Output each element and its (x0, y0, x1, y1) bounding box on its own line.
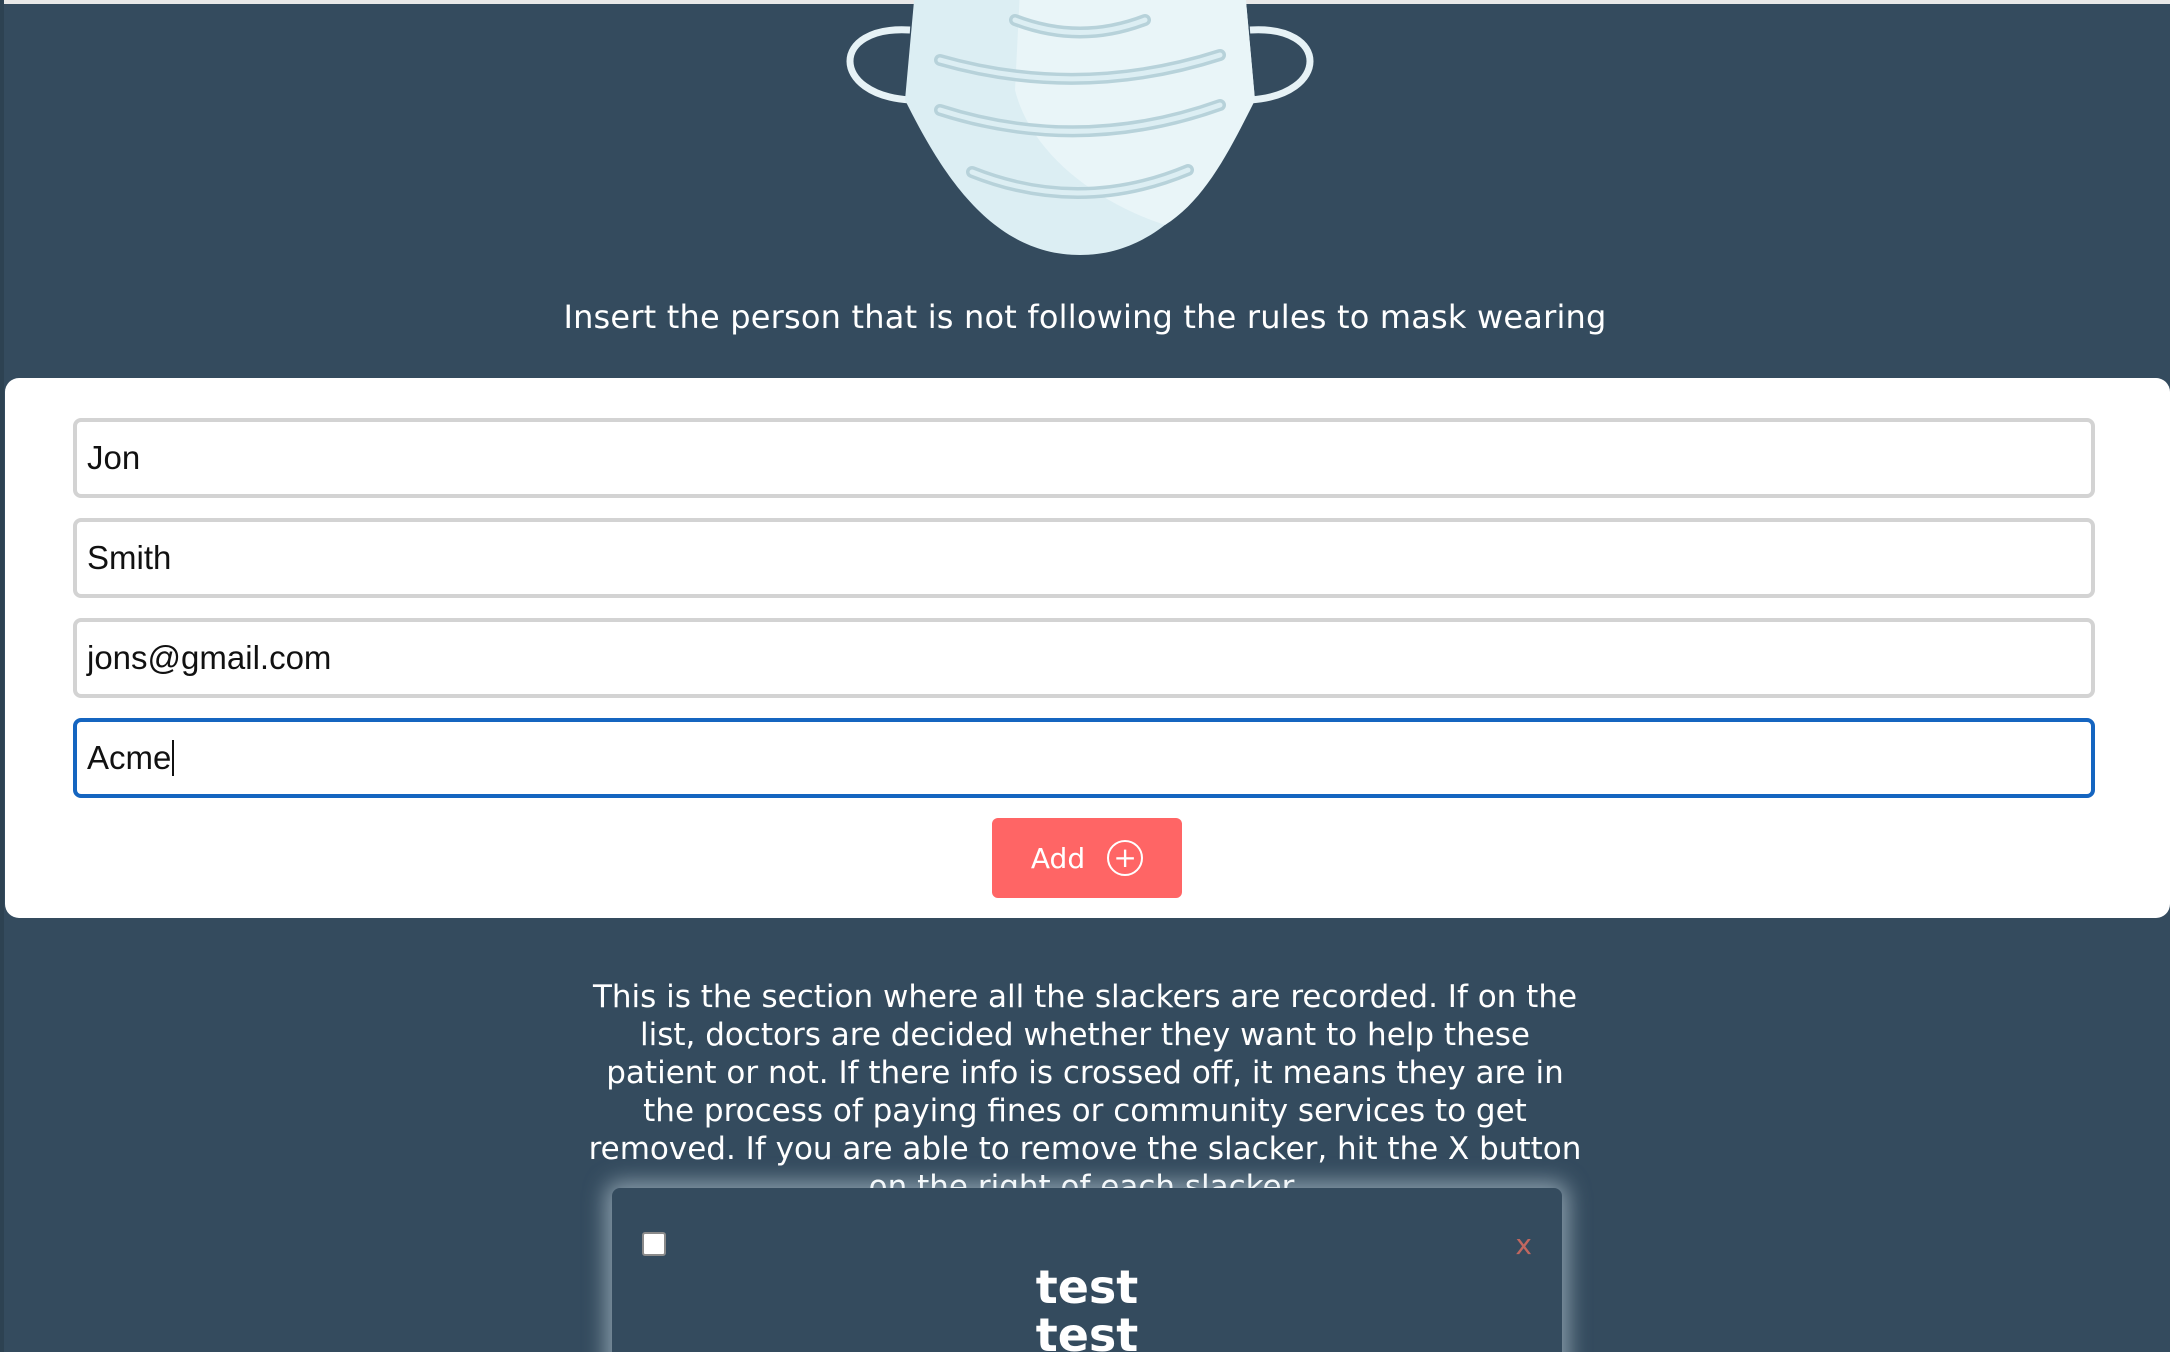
slacker-section-description: This is the section where all the slacke… (588, 979, 1582, 1205)
slacker-card: X test test (612, 1188, 1562, 1352)
face-mask-illustration (846, 0, 1314, 255)
last-name-value: Smith (87, 539, 172, 576)
first-name-value: Jon (87, 439, 141, 476)
remove-slacker-button[interactable]: X (1515, 1228, 1532, 1261)
window-left-edge (0, 0, 4, 1352)
plus-circle-icon: + (1107, 840, 1144, 876)
slacker-first-name: test (1035, 1260, 1139, 1314)
add-button-label: Add (1030, 841, 1086, 875)
email-value: jons@gmail.com (87, 639, 332, 676)
add-button[interactable]: Add + (992, 818, 1182, 898)
instruction-text: Insert the person that is not following … (563, 298, 1607, 336)
slacker-checkbox[interactable] (642, 1232, 666, 1256)
text-caret (172, 740, 175, 776)
company-value: Acme (87, 739, 172, 776)
first-name-input[interactable]: Jon (73, 418, 2095, 498)
last-name-input[interactable]: Smith (73, 518, 2095, 598)
company-input[interactable]: Acme (73, 718, 2095, 798)
email-input[interactable]: jons@gmail.com (73, 618, 2095, 698)
slacker-last-name: test (1035, 1308, 1139, 1352)
